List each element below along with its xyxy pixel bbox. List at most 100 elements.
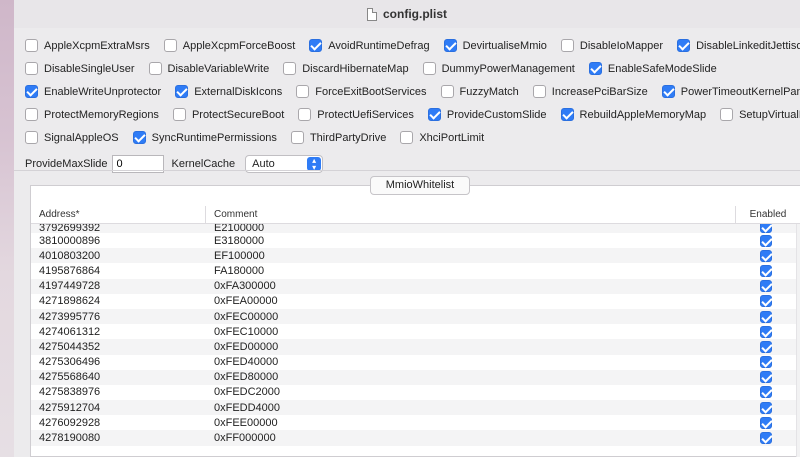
enabled-checkbox[interactable] bbox=[760, 295, 772, 308]
enabled-checkbox[interactable] bbox=[760, 432, 772, 445]
quirk-devirtualisemmio-option[interactable]: DevirtualiseMmio bbox=[443, 39, 547, 52]
enabled-checkbox[interactable] bbox=[760, 416, 772, 429]
checkbox[interactable] bbox=[283, 62, 297, 75]
table-row[interactable]: 4271898624 0xFEA00000 bbox=[31, 294, 796, 309]
quirk-rebuildapplememorymap-option[interactable]: RebuildAppleMemoryMap bbox=[560, 108, 706, 121]
quirk-providecustomslide-option[interactable]: ProvideCustomSlide bbox=[427, 108, 547, 121]
checkbox[interactable] bbox=[25, 131, 38, 144]
table-row[interactable]: 4275838976 0xFEDC2000 bbox=[31, 385, 796, 400]
checkbox[interactable] bbox=[309, 39, 323, 52]
address-cell[interactable]: 4275568640 bbox=[31, 371, 206, 383]
checkbox[interactable] bbox=[720, 108, 734, 121]
checkbox[interactable] bbox=[443, 39, 457, 52]
quirk-avoidruntimedefrag-option[interactable]: AvoidRuntimeDefrag bbox=[309, 39, 430, 52]
comment-cell[interactable]: E3180000 bbox=[206, 235, 736, 247]
table-row[interactable]: 4278190080 0xFF000000 bbox=[31, 430, 796, 446]
address-cell[interactable]: 4197449728 bbox=[31, 280, 206, 292]
comment-cell[interactable]: 0xFA300000 bbox=[206, 280, 736, 292]
comment-cell[interactable]: FA180000 bbox=[206, 265, 736, 277]
quirk-thirdpartydrive-option[interactable]: ThirdPartyDrive bbox=[290, 131, 386, 144]
enabled-checkbox[interactable] bbox=[760, 325, 772, 338]
table-row[interactable]: 4010803200 EF100000 bbox=[31, 248, 796, 264]
checkbox[interactable] bbox=[163, 39, 177, 52]
comment-cell[interactable]: 0xFED80000 bbox=[206, 371, 736, 383]
quirk-disableiomapper-option[interactable]: DisableIoMapper bbox=[560, 39, 663, 52]
comment-cell[interactable]: 0xFEDD4000 bbox=[206, 402, 736, 414]
checkbox[interactable] bbox=[298, 108, 312, 121]
comment-cell[interactable]: 0xFEA00000 bbox=[206, 295, 736, 307]
comment-cell[interactable]: 0xFEE00000 bbox=[206, 417, 736, 429]
checkbox[interactable] bbox=[661, 85, 675, 98]
address-cell[interactable]: 3792699392 bbox=[31, 224, 206, 233]
comment-cell[interactable]: 0xFED00000 bbox=[206, 341, 736, 353]
quirk-applexcpmforceboost-option[interactable]: AppleXcpmForceBoost bbox=[163, 39, 295, 52]
checkbox[interactable] bbox=[25, 62, 38, 75]
checkbox[interactable] bbox=[532, 85, 546, 98]
address-cell[interactable]: 4276092928 bbox=[31, 417, 206, 429]
table-row[interactable]: 4275044352 0xFED00000 bbox=[31, 339, 796, 355]
enabled-checkbox[interactable] bbox=[760, 249, 772, 262]
address-cell[interactable]: 4275044352 bbox=[31, 341, 206, 353]
checkbox[interactable] bbox=[677, 39, 691, 52]
table-scrollbar[interactable] bbox=[796, 224, 800, 457]
enabled-checkbox[interactable] bbox=[760, 401, 772, 414]
checkbox[interactable] bbox=[422, 62, 436, 75]
quirk-disablesingleuser-option[interactable]: DisableSingleUser bbox=[25, 62, 135, 75]
address-cell[interactable]: 3810000896 bbox=[31, 235, 206, 247]
quirk-signalappleos-option[interactable]: SignalAppleOS bbox=[25, 131, 119, 144]
comment-cell[interactable]: EF100000 bbox=[206, 250, 736, 262]
enabled-checkbox[interactable] bbox=[760, 280, 772, 293]
table-row[interactable]: 4195876864 FA180000 bbox=[31, 263, 796, 278]
quirk-powertimeoutkernelpanic-option[interactable]: PowerTimeoutKernelPanic bbox=[661, 85, 800, 98]
quirk-protectsecureboot-option[interactable]: ProtectSecureBoot bbox=[172, 108, 284, 121]
column-header-address[interactable]: Address* bbox=[31, 205, 206, 224]
column-header-enabled[interactable]: Enabled bbox=[736, 206, 800, 224]
checkbox[interactable] bbox=[560, 39, 574, 52]
quirk-enablesafemodeslide-option[interactable]: EnableSafeModeSlide bbox=[588, 62, 717, 75]
checkbox[interactable] bbox=[588, 62, 602, 75]
quirk-syncruntimepermissions-option[interactable]: SyncRuntimePermissions bbox=[132, 131, 277, 144]
quirk-disablevariablewrite-option[interactable]: DisableVariableWrite bbox=[148, 62, 269, 75]
checkbox[interactable] bbox=[172, 108, 186, 121]
checkbox[interactable] bbox=[25, 85, 38, 98]
enabled-checkbox[interactable] bbox=[760, 224, 772, 233]
quirk-applexcpmextramsrs-option[interactable]: AppleXcpmExtraMsrs bbox=[25, 39, 150, 52]
address-cell[interactable]: 4275306496 bbox=[31, 356, 206, 368]
quirk-setupvirtualmap-option[interactable]: SetupVirtualMap bbox=[720, 108, 800, 121]
address-cell[interactable]: 4275838976 bbox=[31, 386, 206, 398]
quirk-increasepcibarsize-option[interactable]: IncreasePciBarSize bbox=[532, 85, 648, 98]
table-row[interactable]: 3792699392 E2100000 bbox=[31, 224, 796, 233]
table-row[interactable]: 4276092928 0xFEE00000 bbox=[31, 415, 796, 430]
enabled-checkbox[interactable] bbox=[760, 386, 772, 399]
table-row[interactable]: 4275306496 0xFED40000 bbox=[31, 355, 796, 370]
comment-cell[interactable]: E2100000 bbox=[206, 224, 736, 233]
table-row[interactable]: 4274061312 0xFEC10000 bbox=[31, 324, 796, 339]
quirk-enablewriteunprotector-option[interactable]: EnableWriteUnprotector bbox=[25, 85, 161, 98]
enabled-checkbox[interactable] bbox=[760, 234, 772, 247]
tab-mmio-whitelist[interactable]: MmioWhitelist bbox=[370, 176, 470, 195]
quirk-protectuefiservices-option[interactable]: ProtectUefiServices bbox=[298, 108, 414, 121]
table-row[interactable]: 3810000896 E3180000 bbox=[31, 233, 796, 248]
table-row[interactable]: 4273995776 0xFEC00000 bbox=[31, 308, 796, 325]
comment-cell[interactable]: 0xFEC00000 bbox=[206, 311, 736, 323]
checkbox[interactable] bbox=[25, 108, 38, 121]
quirk-disablelinkeditjettison-option[interactable]: DisableLinkeditJettison bbox=[677, 39, 800, 52]
comment-cell[interactable]: 0xFED40000 bbox=[206, 356, 736, 368]
address-cell[interactable]: 4275912704 bbox=[31, 402, 206, 414]
enabled-checkbox[interactable] bbox=[760, 356, 772, 369]
address-cell[interactable]: 4273995776 bbox=[31, 311, 206, 323]
comment-cell[interactable]: 0xFF000000 bbox=[206, 432, 736, 444]
checkbox[interactable] bbox=[25, 39, 38, 52]
checkbox[interactable] bbox=[400, 131, 414, 144]
quirk-forceexitbootservices-option[interactable]: ForceExitBootServices bbox=[296, 85, 427, 98]
enabled-checkbox[interactable] bbox=[760, 371, 772, 384]
checkbox[interactable] bbox=[440, 85, 454, 98]
checkbox[interactable] bbox=[427, 108, 441, 121]
checkbox[interactable] bbox=[148, 62, 162, 75]
comment-cell[interactable]: 0xFEDC2000 bbox=[206, 386, 736, 398]
comment-cell[interactable]: 0xFEC10000 bbox=[206, 326, 736, 338]
enabled-checkbox[interactable] bbox=[760, 310, 772, 323]
checkbox[interactable] bbox=[560, 108, 574, 121]
address-cell[interactable]: 4010803200 bbox=[31, 250, 206, 262]
enabled-checkbox[interactable] bbox=[760, 264, 772, 277]
